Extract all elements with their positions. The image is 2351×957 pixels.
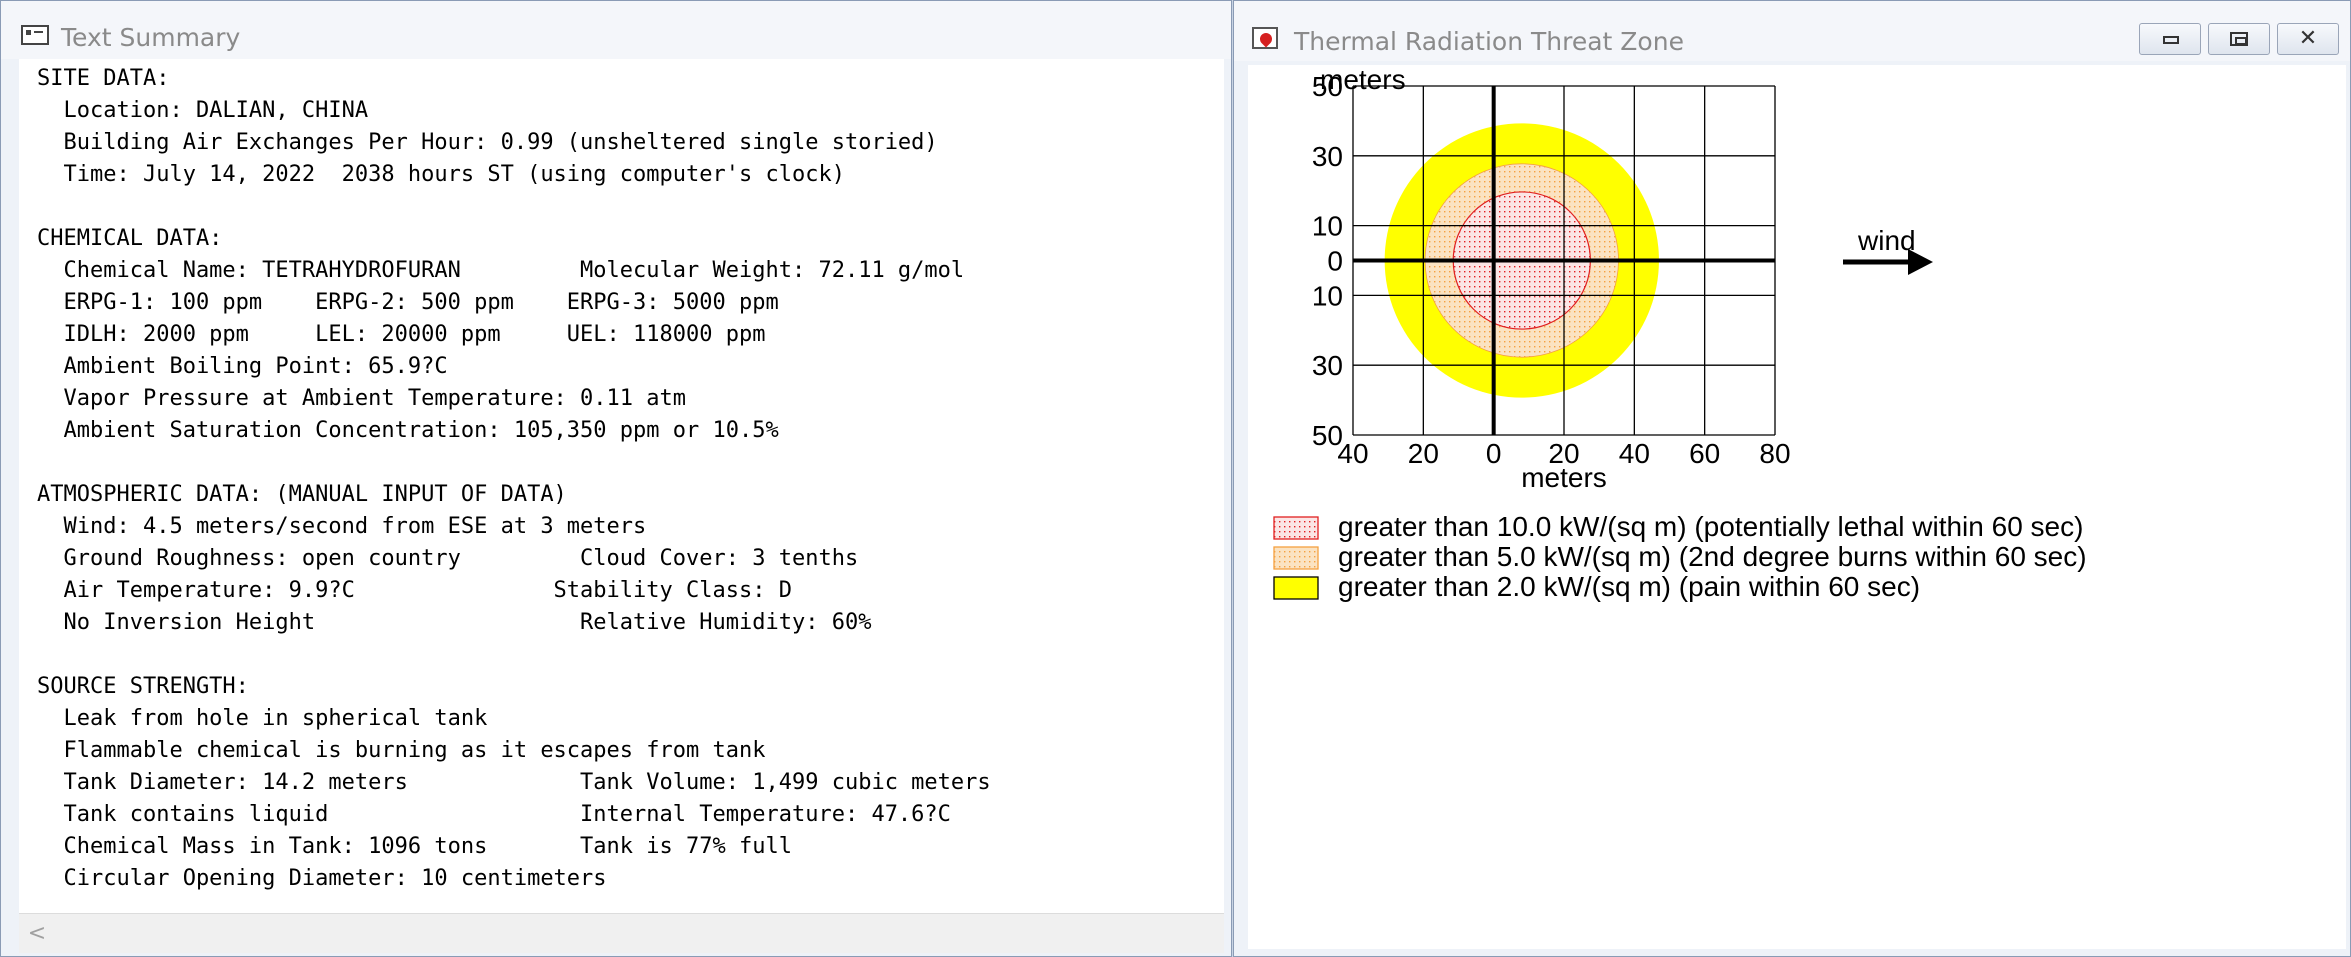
maximize-button[interactable] (2208, 23, 2270, 55)
window-app-icon (1252, 27, 1278, 49)
thermal-radiation-titlebar[interactable]: Thermal Radiation Threat Zone ✕ (1234, 1, 2350, 61)
section-heading: SOURCE STRENGTH: (37, 674, 249, 699)
window-app-icon (21, 25, 49, 45)
summary-line: Location: DALIAN, CHINA (37, 98, 369, 123)
section-heading: SITE DATA: (37, 66, 170, 91)
summary-line: Flammable chemical is burning as it esca… (37, 738, 766, 763)
summary-line: Air Temperature: 9.9?C Stability Class: … (37, 578, 792, 603)
summary-line: Chemical Name: TETRAHYDROFURAN Molecular… (37, 258, 965, 283)
window-title: Text Summary (61, 23, 241, 52)
minimize-icon (2163, 36, 2179, 44)
x-tick-label: 60 (1689, 438, 1720, 469)
y-tick-label: 30 (1312, 350, 1343, 381)
legend-label-red: greater than 10.0 kW/(sq m) (potentially… (1338, 511, 2083, 542)
x-tick-label: 40 (1619, 438, 1650, 469)
text-summary-window: Text Summary SITE DATA: Location: DALIAN… (0, 0, 1232, 957)
summary-line: ERPG-1: 100 ppm ERPG-2: 500 ppm ERPG-3: … (37, 290, 779, 315)
section-heading: CHEMICAL DATA: (37, 226, 223, 251)
text-summary-titlebar[interactable]: Text Summary (1, 1, 1231, 59)
x-tick-label: 20 (1408, 438, 1439, 469)
y-tick-label: 30 (1312, 141, 1343, 172)
wind-label: wind (1857, 225, 1916, 256)
close-button[interactable]: ✕ (2277, 23, 2339, 55)
summary-line: Ambient Saturation Concentration: 105,35… (37, 418, 779, 443)
summary-line: Ambient Boiling Point: 65.9?C (37, 354, 448, 379)
thermal-radiation-window: Thermal Radiation Threat Zone ✕ 50 30 10 0 1… (1233, 0, 2351, 957)
summary-line: IDLH: 2000 ppm LEL: 20000 ppm UEL: 11800… (37, 322, 766, 347)
minimize-button[interactable] (2139, 23, 2201, 55)
x-tick-label: 0 (1486, 438, 1502, 469)
legend-swatch-yellow (1273, 576, 1319, 600)
horizontal-scrollbar[interactable]: < (19, 913, 1224, 953)
x-tick-label: 80 (1759, 438, 1790, 469)
y-axis-title: meters (1320, 65, 1406, 95)
summary-line: No Inversion Height Relative Humidity: 6… (37, 610, 872, 635)
summary-line: Tank Diameter: 14.2 meters Tank Volume: … (37, 770, 991, 795)
summary-line: Building Air Exchanges Per Hour: 0.99 (u… (37, 130, 938, 155)
legend-label-orange: greater than 5.0 kW/(sq m) (2nd degree b… (1338, 541, 2087, 572)
x-tick-label: 40 (1337, 438, 1368, 469)
summary-line: Leak from hole in spherical tank (37, 706, 488, 731)
y-tick-label: 10 (1312, 211, 1343, 242)
window-title: Thermal Radiation Threat Zone (1294, 27, 1684, 56)
threat-zone-chart: 503010010305040 20 0 20 40 60 80metersmeterswi… (1273, 65, 2087, 602)
y-tick-label: 0 (1327, 246, 1343, 277)
section-heading: ATMOSPHERIC DATA: (MANUAL INPUT OF DATA) (37, 482, 567, 507)
legend-swatch-red (1273, 516, 1319, 540)
summary-line: Circular Opening Diameter: 10 centimeter… (37, 866, 607, 891)
summary-line: Time: July 14, 2022 2038 hours ST (using… (37, 162, 845, 187)
threat-zone-plot-area: 50 30 10 0 10 30 50 40 20 0 20 40 60 80 meters meters wi… (1248, 65, 2346, 949)
summary-line: Ground Roughness: open country Cloud Cov… (37, 546, 859, 571)
close-icon: ✕ (2298, 26, 2318, 51)
text-summary-content: SITE DATA: Location: DALIAN, CHINA Build… (19, 59, 1224, 913)
summary-line: Chemical Mass in Tank: 1096 tons Tank is… (37, 834, 792, 859)
restore-icon (2230, 32, 2248, 46)
summary-line: Wind: 4.5 meters/second from ESE at 3 me… (37, 514, 647, 539)
wind-arrow-icon (1908, 249, 1933, 275)
scroll-left-arrow-icon[interactable]: < (23, 918, 51, 950)
legend-label-yellow: greater than 2.0 kW/(sq m) (pain within … (1338, 571, 1920, 602)
legend-swatch-orange (1273, 546, 1319, 570)
x-axis-title: meters (1521, 462, 1607, 493)
summary-line: Vapor Pressure at Ambient Temperature: 0… (37, 386, 687, 411)
y-tick-label: 10 (1312, 280, 1343, 311)
summary-text: SITE DATA: Location: DALIAN, CHINA Build… (37, 63, 991, 895)
summary-line: Tank contains liquid Internal Temperatur… (37, 802, 951, 827)
